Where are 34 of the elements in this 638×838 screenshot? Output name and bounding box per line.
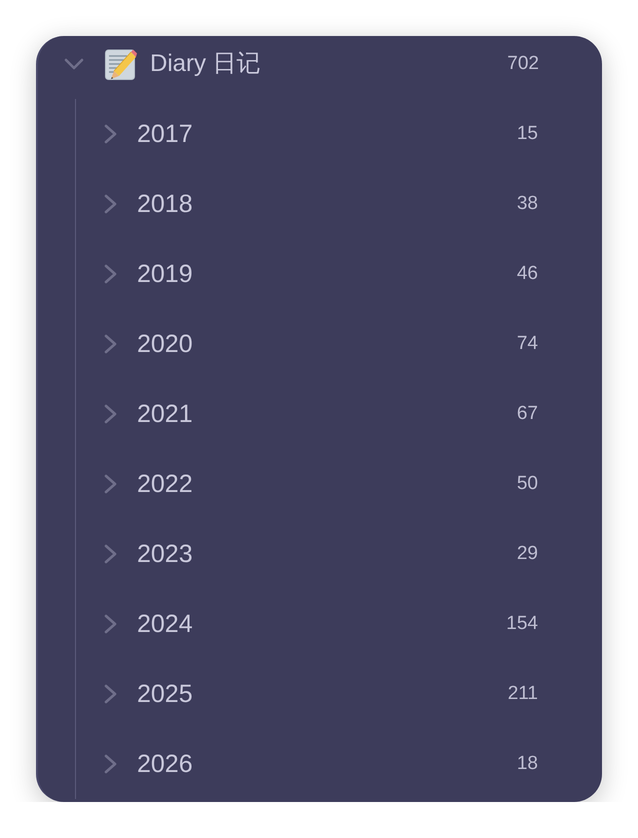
note-count: 18 [516, 752, 538, 776]
chevron-right-icon[interactable] [104, 264, 117, 284]
note-count: 29 [516, 542, 538, 566]
year-folder-label[interactable]: 2020 [137, 329, 193, 359]
chevron-right-icon[interactable] [104, 614, 117, 634]
note-count: 67 [516, 402, 538, 426]
year-folder-label[interactable]: 2021 [137, 399, 193, 429]
year-folder-label[interactable]: 2017 [137, 119, 193, 149]
chevron-right-icon[interactable] [104, 684, 117, 704]
note-count: 15 [516, 122, 538, 146]
chevron-right-icon[interactable] [104, 544, 117, 564]
note-count: 46 [516, 262, 538, 286]
note-count: 38 [516, 192, 538, 216]
note-count: 211 [508, 682, 538, 706]
chevron-right-icon[interactable] [104, 124, 117, 144]
chevron-right-icon[interactable] [104, 754, 117, 774]
notepad-pencil-icon [105, 48, 137, 80]
chevron-right-icon[interactable] [104, 404, 117, 424]
chevron-right-icon[interactable] [104, 474, 117, 494]
year-folder-label[interactable]: 2018 [137, 189, 193, 219]
note-count: 74 [516, 332, 538, 356]
year-folder-label[interactable]: 2023 [137, 539, 193, 569]
chevron-right-icon[interactable] [104, 334, 117, 354]
chevron-down-icon[interactable] [64, 57, 84, 71]
year-folder-label[interactable]: 2019 [137, 259, 193, 289]
year-folder-label[interactable]: 2026 [137, 749, 193, 779]
chevron-right-icon[interactable] [104, 194, 117, 214]
year-folder-label[interactable]: 2024 [137, 609, 193, 639]
note-count: 154 [506, 612, 538, 636]
note-count: 50 [516, 472, 538, 496]
note-count: 702 [507, 52, 539, 76]
year-folder-label[interactable]: 2025 [137, 679, 193, 709]
year-folder-label[interactable]: 2022 [137, 469, 193, 499]
notebook-label[interactable]: Diary 日记 [150, 50, 261, 78]
